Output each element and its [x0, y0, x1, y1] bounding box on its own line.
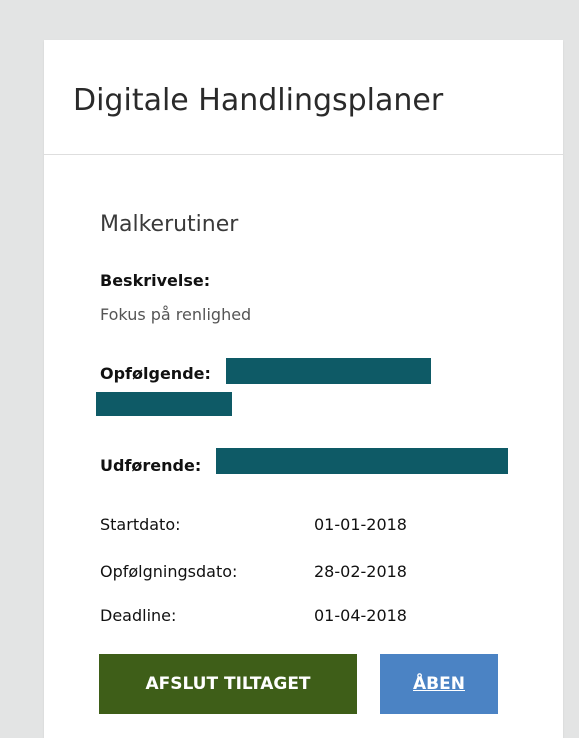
- page-title: Digitale Handlingsplaner: [73, 83, 444, 118]
- card-header: Digitale Handlingsplaner: [44, 40, 563, 155]
- executor-label: Udførende:: [100, 456, 202, 475]
- deadline-value: 01-04-2018: [314, 606, 407, 625]
- follow-up-date-value: 28-02-2018: [314, 562, 407, 581]
- follow-up-redaction: [226, 358, 431, 384]
- start-date-value: 01-01-2018: [314, 515, 407, 534]
- start-date-label: Startdato:: [100, 515, 181, 534]
- plan-title: Malkerutiner: [100, 212, 239, 237]
- executor-redaction: [216, 448, 508, 474]
- close-action-button[interactable]: AFSLUT TILTAGET: [99, 654, 357, 714]
- follow-up-redaction-2: [96, 392, 232, 416]
- description-label: Beskrivelse:: [100, 271, 211, 290]
- deadline-label: Deadline:: [100, 606, 177, 625]
- description-text: Fokus på renlighed: [100, 305, 252, 324]
- follow-up-label: Opfølgende:: [100, 364, 211, 383]
- open-button[interactable]: ÅBEN: [380, 654, 498, 714]
- follow-up-date-label: Opfølgningsdato:: [100, 562, 238, 581]
- action-plan-card: Digitale Handlingsplaner Malkerutiner Be…: [44, 40, 563, 738]
